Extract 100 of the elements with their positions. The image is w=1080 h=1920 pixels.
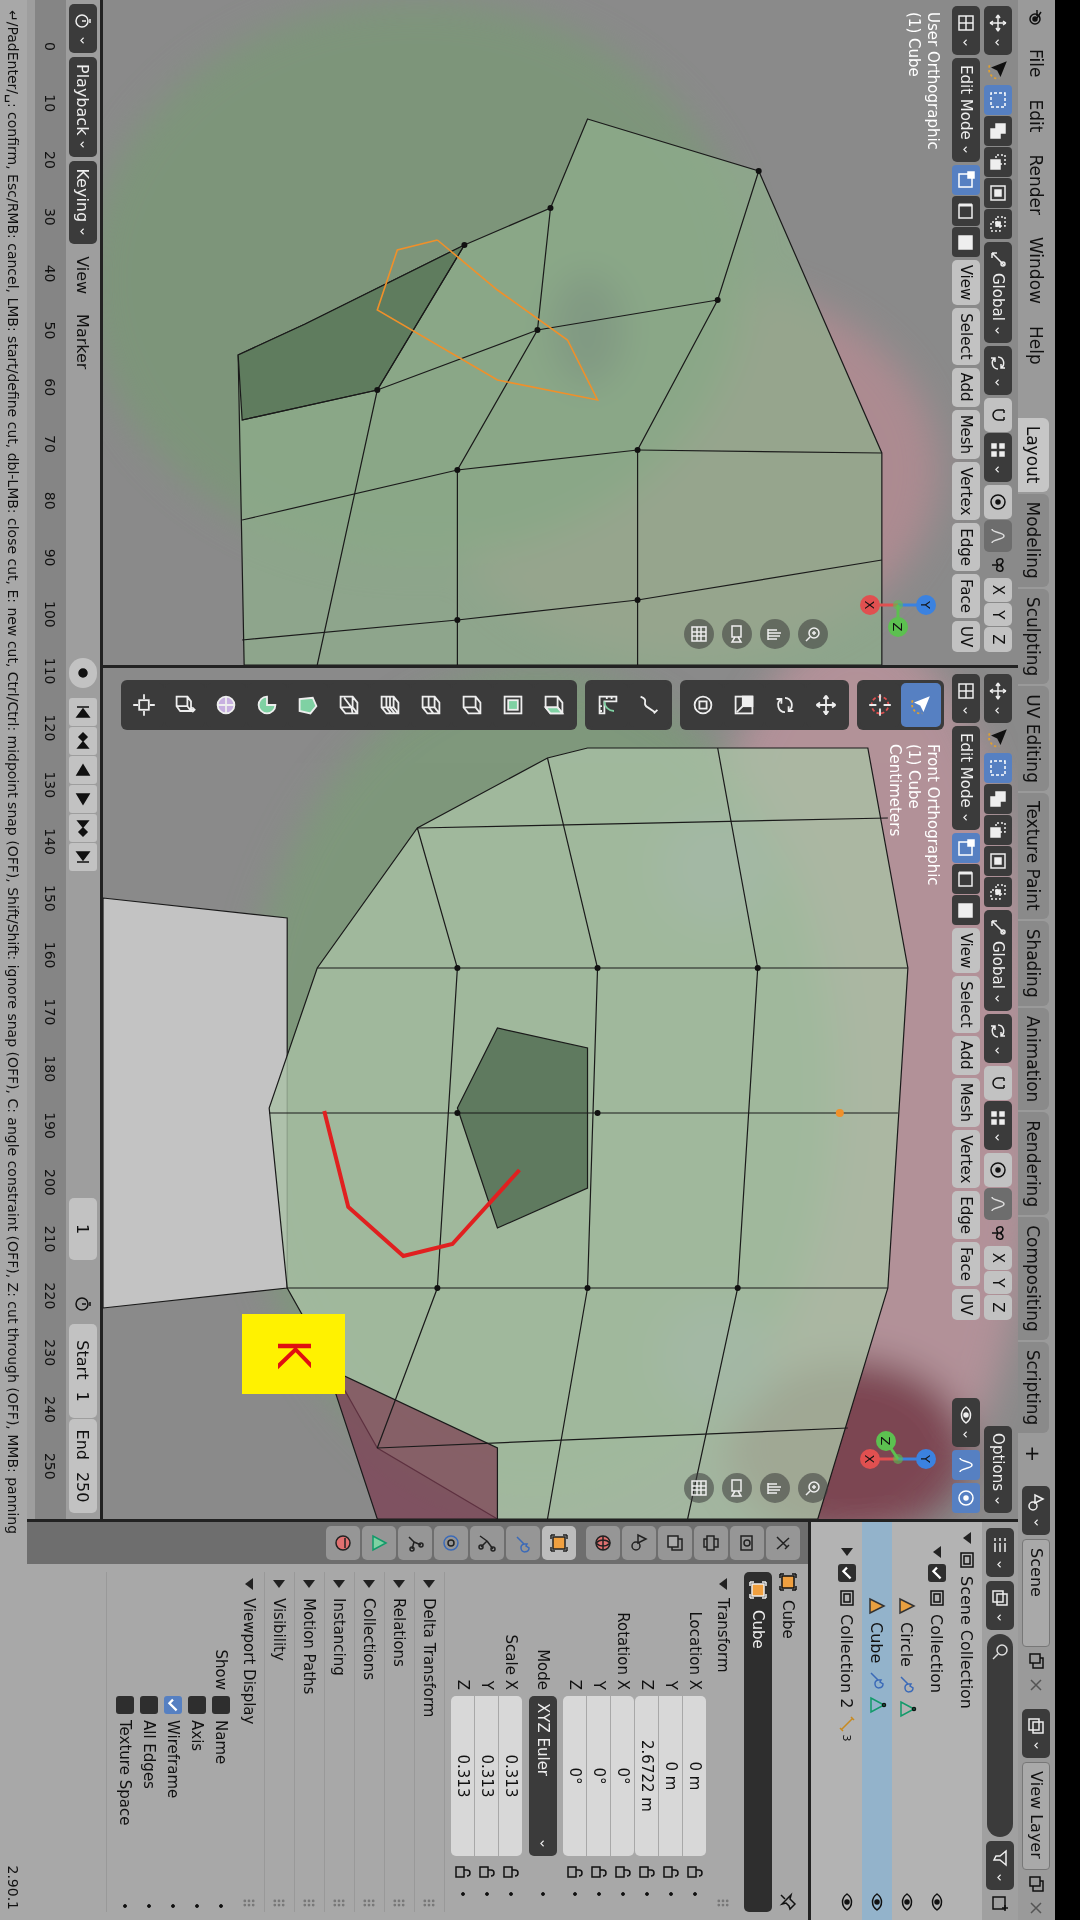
menu-button[interactable]: Face xyxy=(952,1242,980,1286)
menu-button[interactable]: Add xyxy=(952,367,980,407)
number-field[interactable]: 0° xyxy=(563,1696,587,1856)
menu-item[interactable]: Help xyxy=(1026,316,1047,374)
menu-item[interactable]: Edit xyxy=(1026,90,1047,142)
workspace-tab[interactable]: Animation xyxy=(1018,1007,1049,1111)
menu-button[interactable]: Add xyxy=(952,1035,980,1075)
field-value: 1 xyxy=(73,1391,93,1402)
workspace-tab[interactable]: Modeling xyxy=(1018,493,1049,587)
menu-button[interactable]: Mesh xyxy=(952,409,980,460)
number-field[interactable]: 0.313 xyxy=(451,1696,475,1856)
number-field[interactable]: 2.6722 m xyxy=(635,1696,659,1856)
view-layer-field[interactable]: View Layer xyxy=(1022,1762,1051,1871)
menu-button[interactable]: Edge xyxy=(952,1191,980,1240)
number-field[interactable]: 0.313 xyxy=(499,1696,523,1856)
number-field[interactable]: 0° xyxy=(611,1696,635,1856)
workspace-tab[interactable]: Layout xyxy=(1018,417,1049,492)
object-name-field[interactable]: Cube xyxy=(744,1572,772,1912)
workspace-tab[interactable]: Texture Paint xyxy=(1018,792,1049,919)
panel-header[interactable]: Viewport Display xyxy=(235,1572,264,1912)
menu-button[interactable]: Vertex xyxy=(952,1130,980,1189)
field-label: Y xyxy=(478,1679,496,1690)
frame-number: 70 xyxy=(42,434,59,455)
number-field[interactable]: 0 m xyxy=(659,1696,683,1856)
panel-header[interactable]: Delta Transform xyxy=(415,1572,444,1912)
frame-number: 50 xyxy=(42,320,59,342)
workspace-tab[interactable]: Rendering xyxy=(1018,1112,1049,1216)
menu-button[interactable]: Mesh xyxy=(952,1077,980,1128)
frame-number: 60 xyxy=(42,377,59,399)
orientation-dropdown[interactable]: Global xyxy=(984,910,1012,1011)
panel-header[interactable]: Instancing xyxy=(325,1572,354,1912)
options-dropdown[interactable]: Options xyxy=(984,1426,1012,1513)
number-field[interactable]: 0.313 xyxy=(475,1696,499,1856)
frame-number: 230 xyxy=(42,1338,59,1369)
orientation-dropdown[interactable]: Global xyxy=(984,242,1012,343)
row-label: Scene Collection xyxy=(957,1576,977,1709)
frame-number: 170 xyxy=(42,997,59,1028)
mirror-axis-toggle[interactable]: X xyxy=(984,577,1012,603)
add-workspace-button[interactable]: + xyxy=(1018,1435,1049,1473)
menu-item[interactable]: Marker xyxy=(73,306,93,378)
number-field[interactable]: 0° xyxy=(587,1696,611,1856)
panel-header[interactable]: Transform xyxy=(709,1572,738,1912)
outliner-row[interactable]: Scene Collection xyxy=(952,1522,982,1920)
mode-dropdown[interactable]: Edit Mode xyxy=(952,58,980,162)
menu-button[interactable]: Vertex xyxy=(952,462,980,521)
panel-header[interactable]: Relations xyxy=(385,1572,414,1912)
menu-button[interactable]: UV xyxy=(952,1289,980,1321)
field-label: Show xyxy=(212,1649,230,1690)
start-frame-field[interactable]: Start 1 xyxy=(69,1324,97,1418)
menu-dropdown[interactable]: Keying xyxy=(69,161,97,245)
panel-title: Motion Paths xyxy=(300,1598,319,1695)
menu-button[interactable]: Edge xyxy=(952,523,980,572)
field-label: Z xyxy=(454,1678,472,1690)
end-frame-field[interactable]: End 250 xyxy=(69,1419,97,1513)
frame-ruler[interactable]: 0 10 20 30 40 50 60 70 80 90 100 110 120 130 140 150 160 170 180 190 200 210 220 230 240 250 xyxy=(35,0,66,1519)
mirror-axis-toggle[interactable]: Y xyxy=(984,1271,1012,1295)
menu-button[interactable]: View xyxy=(952,927,980,974)
mirror-axis-toggle[interactable]: Y xyxy=(984,603,1012,627)
menu-button[interactable]: View xyxy=(952,259,980,306)
menu-item[interactable]: Window xyxy=(1026,227,1047,313)
field-label: Scale X xyxy=(502,1633,520,1690)
row-label: Cube xyxy=(867,1622,887,1664)
mirror-axis-toggle[interactable]: Z xyxy=(984,1295,1012,1320)
panel-header[interactable]: Visibility xyxy=(265,1572,294,1912)
rotation-mode-dropdown[interactable]: XYZ Euler xyxy=(529,1696,557,1856)
workspace-tab[interactable]: Sculpting xyxy=(1018,588,1049,685)
field-label: Rotation X xyxy=(614,1611,632,1690)
menu-dropdown[interactable]: Playback xyxy=(69,57,97,158)
frame-number: 30 xyxy=(42,206,59,228)
outliner-row[interactable]: Collection 2 3 xyxy=(832,1522,862,1920)
workspace-tab[interactable]: Scripting xyxy=(1018,1341,1049,1434)
checkbox-label: All Edges xyxy=(140,1720,158,1789)
menu-button[interactable]: Select xyxy=(952,976,980,1033)
outliner-row[interactable]: Cube xyxy=(862,1522,892,1920)
outliner-row[interactable]: Circle xyxy=(892,1522,922,1920)
outliner-row[interactable]: Collection xyxy=(922,1522,952,1920)
scene-field[interactable]: Scene xyxy=(1022,1539,1051,1648)
menu-button[interactable]: Select xyxy=(952,308,980,365)
menu-item[interactable]: View xyxy=(73,248,93,303)
workspace-tab[interactable]: UV Editing xyxy=(1018,686,1049,791)
number-field[interactable]: 0 m xyxy=(683,1696,707,1856)
status-hint-text: ↵/PadEnter/␣: confirm, Esc/RMB: cancel, LMB: start/define cut, dbl-LMB: close cut, E: new cut, Ctrl/Ctrl: midpoint snap (OFF), Shift/Shift: ignore snap (OFF), C: angle constraint (OFF), Z: cut through (OFF), MMB: panning xyxy=(5,10,22,1535)
menu-item[interactable]: File xyxy=(1026,40,1047,87)
workspace-tab[interactable]: Shading xyxy=(1018,920,1049,1006)
workspace-tab[interactable]: Compositing xyxy=(1018,1217,1049,1340)
mode-dropdown[interactable]: Edit Mode xyxy=(952,726,980,830)
current-frame-field[interactable]: 1 xyxy=(69,1198,97,1260)
field-label: Z xyxy=(566,1678,584,1690)
mirror-axis-toggle[interactable]: X xyxy=(984,1245,1012,1271)
menu-item[interactable]: Render xyxy=(1026,145,1047,224)
menu-button[interactable]: Face xyxy=(952,574,980,618)
panel-header[interactable]: Motion Paths xyxy=(295,1572,324,1912)
frame-number: 40 xyxy=(42,263,59,285)
mirror-axis-toggle[interactable]: Z xyxy=(984,627,1012,652)
axis-gizmo[interactable]: X Y Z xyxy=(848,555,948,655)
menu-button[interactable]: UV xyxy=(952,621,980,653)
panel-header[interactable]: Collections xyxy=(355,1572,384,1912)
frame-number: 120 xyxy=(42,713,59,744)
object-title: Cube xyxy=(779,1600,797,1639)
checkbox-label: Texture Space xyxy=(116,1720,134,1826)
